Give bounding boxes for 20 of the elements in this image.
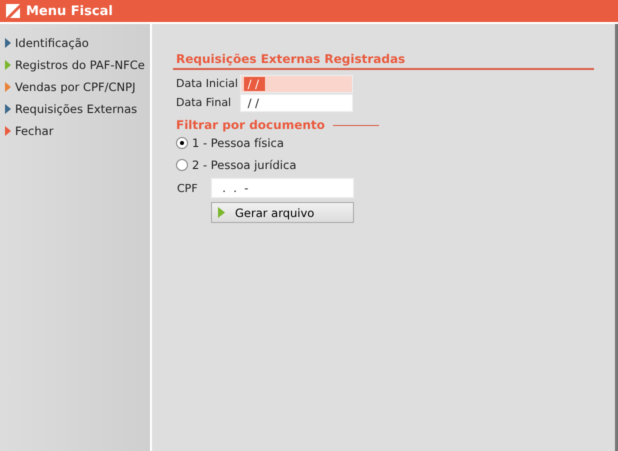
radio-button[interactable] (176, 159, 188, 171)
radio-option[interactable]: 1 - Pessoa física (176, 132, 592, 154)
menu-item[interactable]: Fechar (0, 122, 150, 140)
menu-item[interactable]: Registros do PAF-NFCe (0, 56, 150, 74)
menu-item[interactable]: Identificação (0, 34, 150, 52)
section-title: Requisições Externas Registradas (173, 52, 594, 70)
field-label: Data Inicial (176, 77, 239, 90)
radio-button[interactable] (176, 137, 188, 149)
generate-button[interactable]: Gerar arquivo (211, 202, 354, 223)
field-label: Data Final (176, 96, 232, 109)
menu-item[interactable]: Requisições Externas (0, 100, 150, 118)
play-icon (218, 207, 225, 218)
app-logo-icon (6, 4, 20, 18)
date-field[interactable]: / / (240, 94, 353, 112)
radio-option[interactable]: 2 - Pessoa jurídica (176, 154, 592, 176)
filter-title: Filtrar por documento (176, 118, 325, 132)
menu-item[interactable]: Vendas por CPF/CNPJ (0, 78, 150, 96)
field-label: CPF (176, 182, 199, 194)
document-field[interactable]: . . - (211, 178, 354, 198)
window-title: Menu Fiscal (26, 4, 113, 18)
